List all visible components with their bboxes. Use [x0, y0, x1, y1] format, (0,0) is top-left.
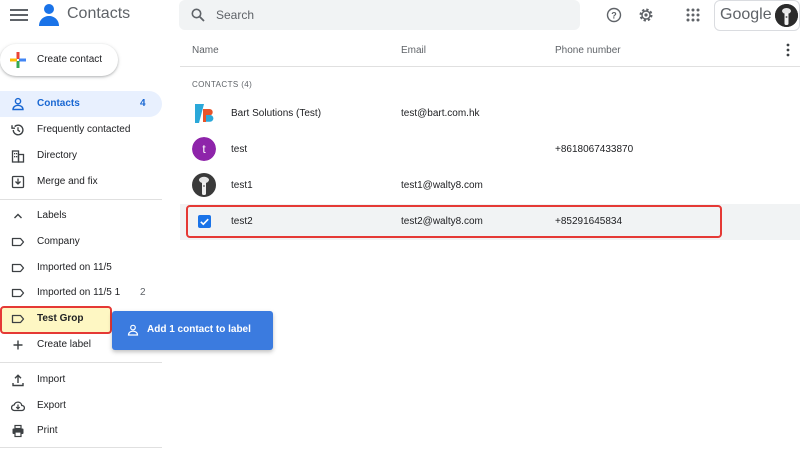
add-contact-to-label-drag-chip[interactable]: Add 1 contact to label — [112, 311, 273, 350]
colorful-plus-icon — [10, 52, 26, 68]
contacts-count: 4 — [140, 98, 146, 109]
sidebar-item-directory[interactable]: Directory — [0, 143, 162, 169]
contact-phone: +8618067433870 — [555, 144, 634, 155]
contact-email: test1@walty8.com — [401, 180, 483, 191]
upload-icon — [12, 374, 24, 387]
contact-email: test@bart.com.hk — [401, 108, 480, 119]
merge-icon — [11, 175, 25, 189]
sidebar-item-label: Frequently contacted — [37, 124, 131, 135]
search-input[interactable] — [216, 6, 556, 24]
contact-name: test — [231, 144, 248, 155]
contact-avatar: t — [192, 137, 216, 161]
cloud-download-icon — [11, 401, 25, 412]
labels-section-toggle[interactable]: Labels — [0, 203, 162, 229]
label-item-test-grop[interactable]: Test Grop — [0, 306, 112, 334]
contact-row[interactable]: test1 test1@walty8.com — [180, 168, 800, 204]
column-header-name[interactable]: Name — [192, 45, 219, 56]
help-icon[interactable]: ? — [606, 7, 622, 23]
contact-name: test1 — [231, 180, 253, 191]
sidebar-item-label: Print — [37, 425, 58, 436]
sidebar-item-label: Contacts — [37, 98, 80, 109]
account-avatar-photo — [775, 4, 798, 27]
label-item-label: Company — [37, 236, 80, 247]
sidebar-item-export[interactable]: Export — [0, 393, 162, 419]
sidebar-item-label: Merge and fix — [37, 176, 98, 187]
search-icon[interactable] — [191, 8, 205, 22]
avatar-initial: t — [192, 137, 216, 161]
sidebar-item-import[interactable]: Import — [0, 367, 162, 393]
column-header-phone[interactable]: Phone number — [555, 45, 621, 56]
sidebar-divider — [0, 447, 162, 448]
create-label-text: Create label — [37, 339, 91, 350]
directory-icon — [11, 150, 25, 163]
label-item-label: Imported on 11/5 — [37, 262, 112, 273]
person-icon — [12, 97, 24, 111]
label-item-imported-on-11-5[interactable]: Imported on 11/5 — [0, 255, 162, 281]
contact-name: Bart Solutions (Test) — [231, 108, 322, 119]
label-item-label: Test Grop — [37, 313, 84, 324]
printer-icon — [12, 424, 24, 438]
svg-text:?: ? — [611, 10, 617, 20]
search-bar[interactable] — [179, 0, 580, 30]
contact-avatar — [192, 101, 216, 125]
label-tag-icon — [11, 314, 25, 324]
add-contact-to-label-text: Add 1 contact to label — [147, 324, 251, 335]
chevron-up-icon — [14, 213, 22, 219]
google-brand-label: Google — [720, 6, 772, 23]
sidebar-item-label: Export — [37, 400, 66, 411]
label-item-label: Imported on 11/5 1 — [37, 287, 121, 298]
create-contact-button[interactable]: Create contact — [0, 44, 118, 76]
bart-logo-icon — [195, 104, 214, 123]
label-tag-icon — [11, 263, 25, 273]
contact-row[interactable]: t test +8618067433870 — [180, 132, 800, 168]
more-vert-icon[interactable] — [785, 43, 791, 57]
create-contact-label: Create contact — [37, 54, 103, 65]
sidebar-item-merge-and-fix[interactable]: Merge and fix — [0, 169, 162, 195]
sidebar-divider — [0, 199, 162, 200]
label-item-imported-on-11-5-1[interactable]: Imported on 11/5 1 2 — [0, 280, 162, 306]
person-icon — [127, 324, 139, 336]
contact-row[interactable]: Bart Solutions (Test) test@bart.com.hk — [180, 96, 800, 132]
main-menu-icon[interactable] — [10, 7, 28, 25]
sidebar-item-label: Directory — [37, 150, 78, 161]
column-header-email[interactable]: Email — [401, 45, 426, 56]
apps-grid-icon[interactable] — [686, 8, 700, 22]
sidebar-divider — [0, 362, 162, 363]
header-divider — [180, 66, 800, 67]
plus-icon — [13, 340, 23, 350]
label-tag-icon — [11, 288, 25, 298]
sidebar-item-frequently-contacted[interactable]: Frequently contacted — [0, 117, 162, 143]
label-count: 2 — [140, 287, 146, 298]
selection-highlight-frame — [186, 205, 722, 238]
label-tag-icon — [11, 237, 25, 247]
sidebar-item-contacts[interactable]: Contacts 4 — [0, 91, 162, 117]
label-item-company[interactable]: Company — [0, 229, 162, 255]
gear-icon[interactable] — [638, 7, 654, 23]
sidebar-item-label: Import — [37, 374, 66, 385]
contact-avatar — [192, 173, 216, 197]
sidebar-item-print[interactable]: Print — [0, 418, 162, 444]
history-icon — [11, 124, 24, 136]
labels-section-title: Labels — [37, 210, 67, 221]
contacts-section-label: CONTACTS (4) — [192, 80, 253, 89]
contact-photo — [192, 173, 216, 197]
account-switcher[interactable]: Google — [714, 0, 800, 31]
app-title: Contacts — [67, 5, 131, 22]
contacts-logo-icon — [39, 4, 59, 26]
account-avatar[interactable] — [775, 4, 798, 27]
